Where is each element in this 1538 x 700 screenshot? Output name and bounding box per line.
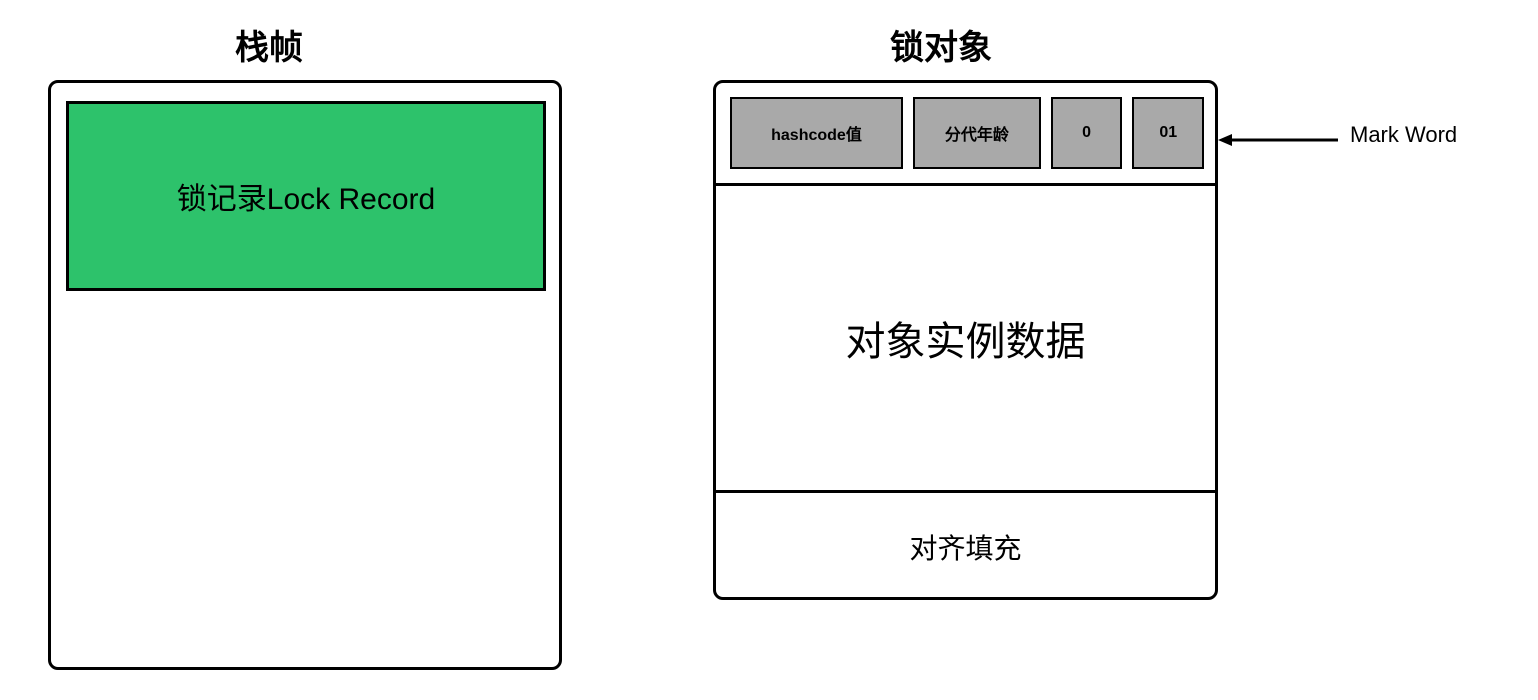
mark-word-lock-flag-cell: 01 xyxy=(1132,97,1204,169)
stack-frame-title: 栈帧 xyxy=(235,20,303,69)
mark-word-row: hashcode值 分代年龄 0 01 xyxy=(730,97,1204,169)
mark-word-bias-flag-cell: 0 xyxy=(1051,97,1123,169)
stack-frame-container: 锁记录Lock Record xyxy=(48,80,562,670)
lock-object-title: 锁对象 xyxy=(890,20,992,69)
lock-record-box: 锁记录Lock Record xyxy=(66,101,546,291)
padding-label: 对齐填充 xyxy=(909,527,1021,567)
mark-word-hashcode-cell: hashcode值 xyxy=(730,97,903,169)
padding-box: 对齐填充 xyxy=(716,493,1215,600)
mark-word-annotation-label: Mark Word xyxy=(1350,122,1457,148)
instance-data-label: 对象实例数据 xyxy=(846,309,1086,367)
mark-word-age-cell: 分代年龄 xyxy=(913,97,1041,169)
lock-record-label: 锁记录Lock Record xyxy=(177,174,435,218)
lock-object-container: hashcode值 分代年龄 0 01 对象实例数据 对齐填充 xyxy=(713,80,1218,600)
arrow-icon xyxy=(1218,130,1338,150)
mark-word-arrow xyxy=(1218,130,1338,150)
instance-data-box: 对象实例数据 xyxy=(716,183,1215,493)
